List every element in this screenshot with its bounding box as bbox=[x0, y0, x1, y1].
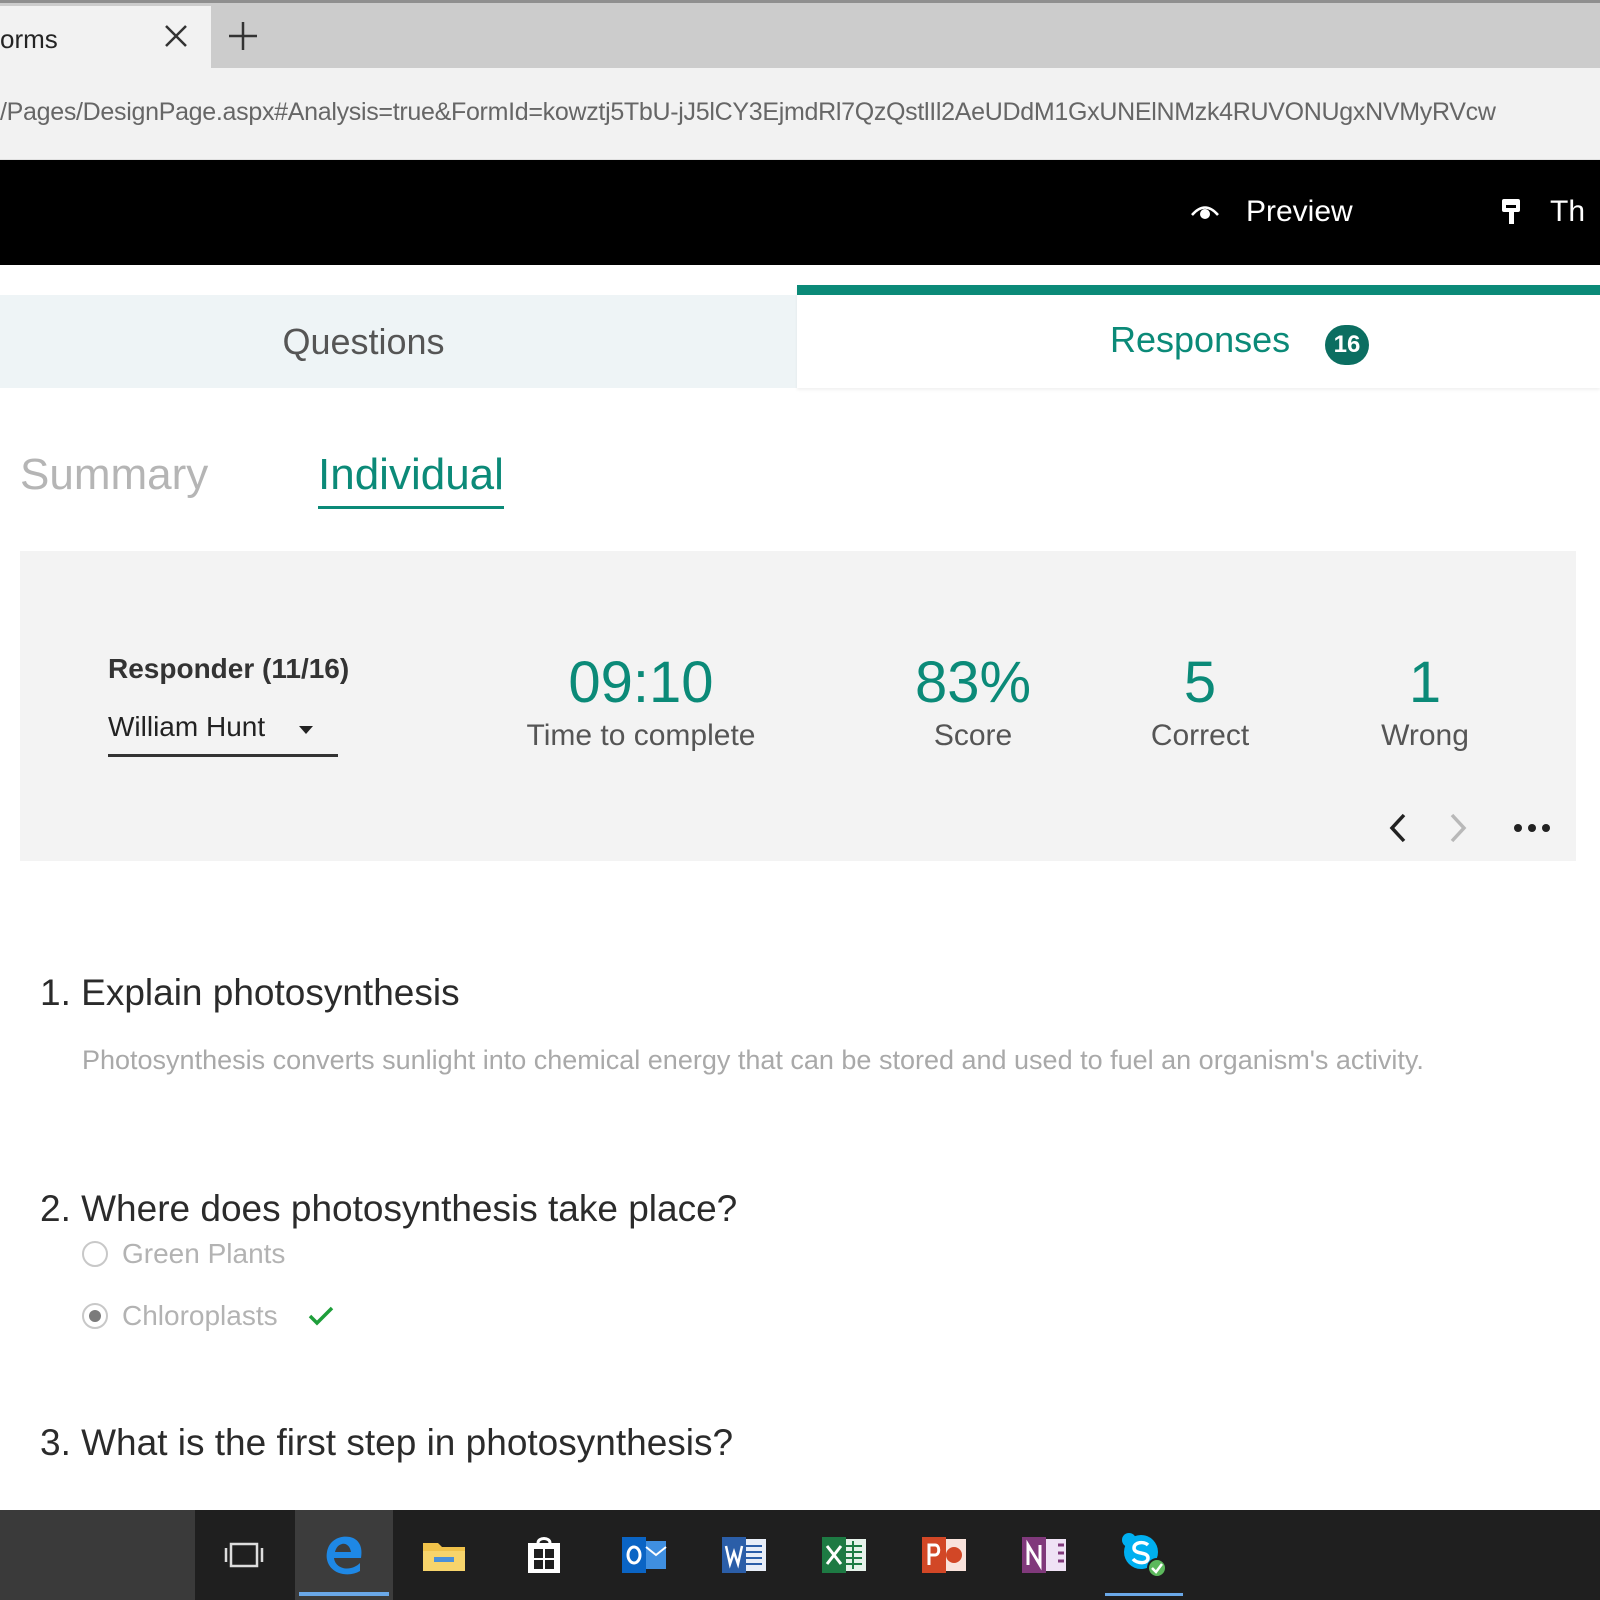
store-icon bbox=[528, 1537, 560, 1573]
word-taskbar-button[interactable] bbox=[695, 1510, 793, 1600]
radio-button-selected bbox=[82, 1303, 108, 1329]
stat-time: 09:10 Time to complete bbox=[510, 651, 772, 753]
taskbar bbox=[0, 1510, 1600, 1600]
stat-correct: 5 Correct bbox=[1125, 651, 1275, 753]
responder-heading: Responder (11/16) bbox=[108, 653, 350, 684]
active-indicator bbox=[299, 1592, 389, 1596]
answer-option: Green Plants bbox=[82, 1238, 285, 1270]
tab-responses[interactable]: Responses 16 bbox=[797, 285, 1600, 388]
app-top-bar: Preview Th bbox=[0, 160, 1600, 265]
radio-button bbox=[82, 1241, 108, 1267]
question-title: 3. What is the first step in photosynthe… bbox=[40, 1422, 734, 1463]
address-bar[interactable]: /Pages/DesignPage.aspx#Analysis=true&For… bbox=[0, 68, 1600, 160]
excel-taskbar-button[interactable] bbox=[795, 1510, 893, 1600]
onenote-icon bbox=[1022, 1537, 1066, 1573]
answer-option-label: Green Plants bbox=[122, 1238, 286, 1269]
answer-option-label: Chloroplasts bbox=[122, 1300, 278, 1331]
stat-score-value: 83% bbox=[914, 650, 1032, 715]
question-answer-text: Photosynthesis converts sunlight into ch… bbox=[82, 1045, 1424, 1075]
onenote-taskbar-button[interactable] bbox=[995, 1510, 1093, 1600]
responder-panel: Responder (11/16) William Hunt 09:10 Tim… bbox=[20, 551, 1576, 861]
stat-time-value: 09:10 bbox=[568, 650, 714, 715]
word-icon bbox=[722, 1537, 766, 1573]
theme-label: Th bbox=[1550, 195, 1586, 228]
preview-button[interactable]: Preview bbox=[1190, 190, 1353, 234]
close-icon[interactable] bbox=[160, 20, 192, 52]
paint-brush-icon bbox=[1502, 199, 1520, 224]
subtab-summary[interactable]: Summary bbox=[20, 450, 208, 500]
stat-wrong-value: 1 bbox=[1408, 650, 1442, 715]
answer-option: Chloroplasts bbox=[82, 1300, 334, 1332]
new-tab-icon[interactable] bbox=[226, 19, 260, 53]
running-indicator bbox=[1105, 1593, 1183, 1596]
question-title: 2. Where does photosynthesis take place? bbox=[40, 1188, 738, 1229]
file-explorer-taskbar-button[interactable] bbox=[395, 1510, 493, 1600]
stat-wrong-label: Wrong bbox=[1381, 719, 1469, 752]
stat-correct-label: Correct bbox=[1150, 719, 1250, 752]
browser-tab-title: orms bbox=[0, 24, 58, 54]
edge-icon bbox=[326, 1536, 362, 1575]
responder-name: William Hunt bbox=[108, 711, 266, 742]
chevron-right-icon[interactable] bbox=[1444, 811, 1472, 845]
task-view-button[interactable] bbox=[195, 1510, 293, 1600]
responder-dropdown[interactable]: William Hunt bbox=[108, 711, 338, 757]
skype-taskbar-button[interactable] bbox=[1095, 1510, 1193, 1600]
store-taskbar-button[interactable] bbox=[495, 1510, 593, 1600]
tab-questions[interactable]: Questions bbox=[0, 295, 797, 388]
edge-taskbar-button[interactable] bbox=[295, 1510, 393, 1600]
browser-tab-strip: orms bbox=[0, 0, 1600, 71]
question-title: 1. Explain photosynthesis bbox=[40, 972, 460, 1013]
stat-score-label: Score bbox=[933, 719, 1013, 752]
stat-wrong: 1 Wrong bbox=[1360, 651, 1490, 753]
responses-count-badge: 16 bbox=[1325, 325, 1369, 365]
outlook-icon bbox=[622, 1537, 667, 1573]
outlook-taskbar-button[interactable] bbox=[595, 1510, 693, 1600]
more-options-icon[interactable] bbox=[1510, 815, 1554, 841]
skype-icon bbox=[1122, 1533, 1167, 1578]
browser-tab[interactable]: orms bbox=[0, 6, 211, 71]
stat-time-label: Time to complete bbox=[526, 719, 756, 752]
main-tabs: Questions Responses 16 bbox=[0, 265, 1600, 388]
theme-button[interactable]: Th bbox=[1500, 190, 1585, 234]
subtab-individual[interactable]: Individual bbox=[318, 450, 504, 509]
stat-correct-value: 5 bbox=[1183, 650, 1217, 715]
tab-questions-label: Questions bbox=[282, 320, 445, 362]
taskbar-search-area[interactable] bbox=[0, 1510, 195, 1600]
tab-responses-label: Responses bbox=[1110, 319, 1291, 360]
task-view-icon bbox=[224, 1542, 264, 1568]
address-url[interactable]: /Pages/DesignPage.aspx#Analysis=true&For… bbox=[0, 98, 1496, 127]
powerpoint-icon bbox=[922, 1537, 966, 1573]
excel-icon bbox=[822, 1537, 866, 1573]
powerpoint-taskbar-button[interactable] bbox=[895, 1510, 993, 1600]
eye-icon bbox=[1191, 206, 1219, 219]
checkmark-icon bbox=[308, 1306, 333, 1326]
caret-down-icon bbox=[299, 726, 313, 734]
preview-label: Preview bbox=[1246, 195, 1353, 228]
file-explorer-icon bbox=[423, 1543, 465, 1571]
chevron-left-icon[interactable] bbox=[1384, 811, 1412, 845]
stat-score: 83% Score bbox=[888, 651, 1058, 753]
